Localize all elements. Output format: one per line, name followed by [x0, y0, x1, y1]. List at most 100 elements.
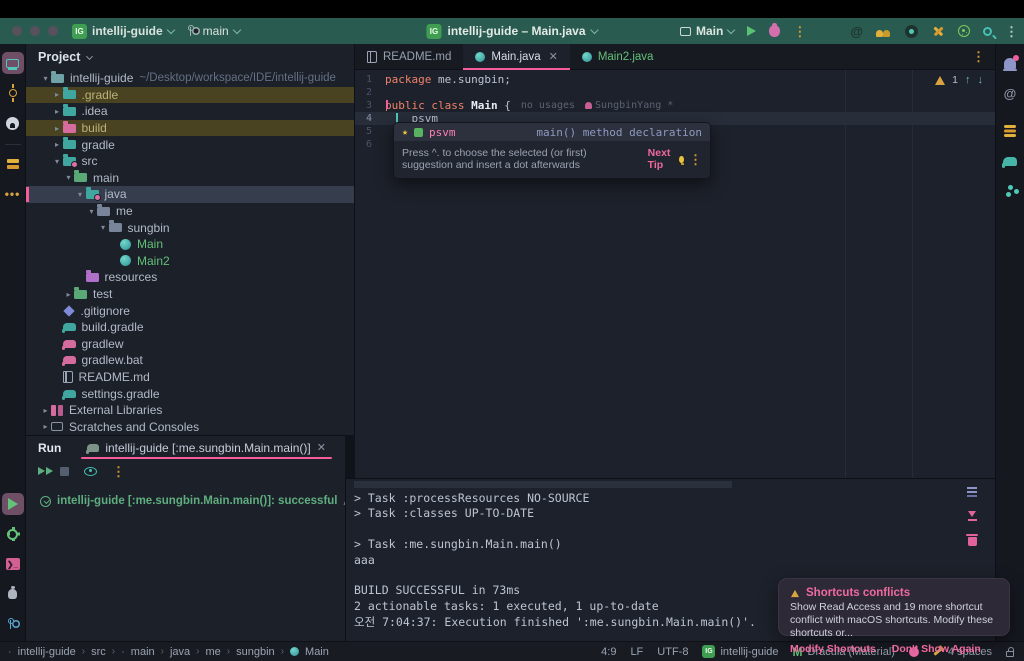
tree-item-scratches-and-consoles[interactable]: ▸ Scratches and Consoles [26, 418, 354, 435]
zoom-window-button[interactable] [48, 26, 58, 36]
more-icon[interactable]: ⋮ [689, 153, 702, 166]
chevron-expanded-icon[interactable]: ▾ [75, 190, 86, 199]
tree-item-intellij-guide[interactable]: ▾ intellij-guide ~/Desktop/workspace/IDE/i… [26, 70, 354, 87]
tree-item-me[interactable]: ▾ me [26, 203, 354, 220]
build-tools-icon[interactable] [931, 24, 945, 38]
soft-wrap-icon[interactable] [967, 487, 977, 489]
run-tool-button[interactable] [1, 493, 24, 515]
more-icon[interactable]: ⋮ [1005, 25, 1018, 38]
profiler-icon[interactable] [905, 24, 918, 38]
close-window-button[interactable] [12, 26, 22, 36]
tree-item-java[interactable]: ▾ java [26, 186, 354, 203]
dont-show-again-link[interactable]: Don't Show Again [892, 643, 981, 655]
completion-item[interactable]: ★ psvm main() method declaration [394, 123, 710, 141]
project-status-widget[interactable]: IG intellij-guide [702, 645, 779, 658]
code-line-3[interactable]: 3 public class Main {no usages SungbinYang… [355, 99, 995, 112]
stop-icon[interactable] [60, 466, 69, 476]
breadcrumb-item[interactable]: main [131, 646, 155, 658]
chevron-expanded-icon[interactable]: ▾ [86, 207, 97, 216]
inspection-widget[interactable]: 1 ↑ ↓ [935, 74, 983, 86]
tab-options-icon[interactable]: ⋮ [972, 50, 985, 63]
tree-item-main[interactable]: Main [26, 236, 354, 253]
tree-item--gitignore[interactable]: .gitignore [26, 302, 354, 319]
terminal-tool-button[interactable]: ❯_ [2, 553, 24, 575]
branch-widget[interactable]: main [187, 24, 241, 38]
database-tool-button[interactable] [999, 120, 1021, 142]
prev-problem-icon[interactable]: ↑ [965, 74, 971, 86]
plugins-icon[interactable] [958, 25, 970, 37]
breadcrumb-item[interactable]: Main [305, 646, 329, 658]
chevron-collapsed-icon[interactable]: ▸ [40, 422, 51, 431]
more-run-options-icon[interactable]: ⋮ [793, 25, 806, 38]
lock-icon[interactable] [1006, 646, 1014, 657]
tree-item-readme-md[interactable]: README.md [26, 369, 354, 386]
encoding-widget[interactable]: UTF-8 [657, 646, 688, 658]
ai-assistant-icon[interactable]: @ [850, 24, 863, 39]
tree-item-main2[interactable]: Main2 [26, 253, 354, 270]
next-tip-link[interactable]: Next Tip [648, 147, 675, 171]
modify-shortcuts-link[interactable]: Modify Shortcuts [790, 643, 876, 655]
services-tool-button[interactable] [2, 523, 24, 545]
tree-item--idea[interactable]: ▸ .idea [26, 103, 354, 120]
editor-tab-readme-md[interactable]: README.md [355, 44, 463, 69]
ai-chat-tool-button[interactable]: @ [999, 82, 1021, 104]
preview-icon[interactable] [84, 466, 97, 476]
tree-item-resources[interactable]: resources [26, 269, 354, 286]
breadcrumb[interactable]: · intellij-guide › src › · main › java › me › sungbi… [8, 646, 329, 658]
tree-item-main[interactable]: ▾ main [26, 170, 354, 187]
run-tab[interactable]: intellij-guide [:me.sungbin.Main.main()]… [81, 436, 332, 459]
structure-tool-button[interactable] [2, 153, 24, 175]
project-widget[interactable]: IG intellij-guide [72, 23, 175, 39]
breadcrumb-item[interactable]: intellij-guide [18, 646, 76, 658]
breadcrumb-item[interactable]: java [170, 646, 190, 658]
chevron-collapsed-icon[interactable]: ▸ [52, 140, 63, 149]
project-tool-button[interactable] [1, 52, 24, 74]
scroll-to-end-icon[interactable] [967, 511, 977, 521]
code-line-1[interactable]: 1 package me.sungbin; [355, 73, 995, 86]
problems-tool-button[interactable] [2, 583, 24, 605]
code-line-2[interactable]: 2 [355, 86, 995, 99]
tree-item-sungbin[interactable]: ▾ sungbin [26, 219, 354, 236]
chevron-expanded-icon[interactable]: ▾ [40, 74, 51, 83]
next-problem-icon[interactable]: ↓ [978, 74, 984, 86]
chevron-collapsed-icon[interactable]: ▸ [40, 406, 51, 415]
github-tool-button[interactable] [2, 112, 24, 134]
tree-item-gradle[interactable]: ▸ gradle [26, 136, 354, 153]
code-editor[interactable]: 1 package me.sungbin; 2 3 public class Main … [355, 70, 995, 478]
git-tool-button[interactable] [2, 613, 24, 635]
breadcrumb-item[interactable]: src [91, 646, 106, 658]
editor-tab-main2-java[interactable]: Main2.java [570, 44, 666, 69]
run-button[interactable] [747, 26, 757, 36]
code-with-me-icon[interactable] [876, 25, 892, 37]
window-controls[interactable] [12, 26, 58, 36]
tree-item-build-gradle[interactable]: build.gradle [26, 319, 354, 336]
tree-item-settings-gradle[interactable]: settings.gradle [26, 385, 354, 402]
close-icon[interactable]: ✕ [317, 441, 326, 454]
project-panel-header[interactable]: Project [26, 44, 354, 70]
chevron-expanded-icon[interactable]: ▾ [63, 173, 74, 182]
tree-item-gradlew-bat[interactable]: gradlew.bat [26, 352, 354, 369]
more-icon[interactable]: ⋮ [112, 465, 125, 478]
chevron-expanded-icon[interactable]: ▾ [98, 223, 109, 232]
more-tools-button[interactable]: ••• [2, 183, 24, 205]
chevron-collapsed-icon[interactable]: ▸ [63, 290, 74, 299]
tree-item-test[interactable]: ▸ test [26, 286, 354, 303]
tree-item-gradlew[interactable]: gradlew [26, 336, 354, 353]
chevron-collapsed-icon[interactable]: ▸ [52, 124, 63, 133]
caret-position-widget[interactable]: 4:9 [601, 646, 616, 658]
gradle-tool-button[interactable] [999, 150, 1021, 172]
run-result-row[interactable]: intellij-guide [:me.sungbin.Main.main()]… [26, 483, 345, 509]
line-separator-widget[interactable]: LF [630, 646, 643, 658]
chevron-collapsed-icon[interactable]: ▸ [52, 90, 63, 99]
rerun-icon[interactable] [38, 466, 53, 475]
close-icon[interactable]: ✕ [549, 50, 558, 63]
breadcrumb-item[interactable]: me [206, 646, 221, 658]
chevron-collapsed-icon[interactable]: ▸ [52, 107, 63, 116]
notifications-button[interactable] [999, 52, 1021, 74]
tree-item--gradle[interactable]: ▸ .gradle [26, 86, 354, 104]
chevron-expanded-icon[interactable]: ▾ [52, 157, 63, 166]
editor-tab-main-java[interactable]: Main.java ✕ [463, 44, 571, 70]
run-configuration-selector[interactable]: Main [679, 24, 736, 38]
dependencies-tool-button[interactable] [999, 180, 1021, 202]
tree-item-external-libraries[interactable]: ▸ External Libraries [26, 402, 354, 419]
